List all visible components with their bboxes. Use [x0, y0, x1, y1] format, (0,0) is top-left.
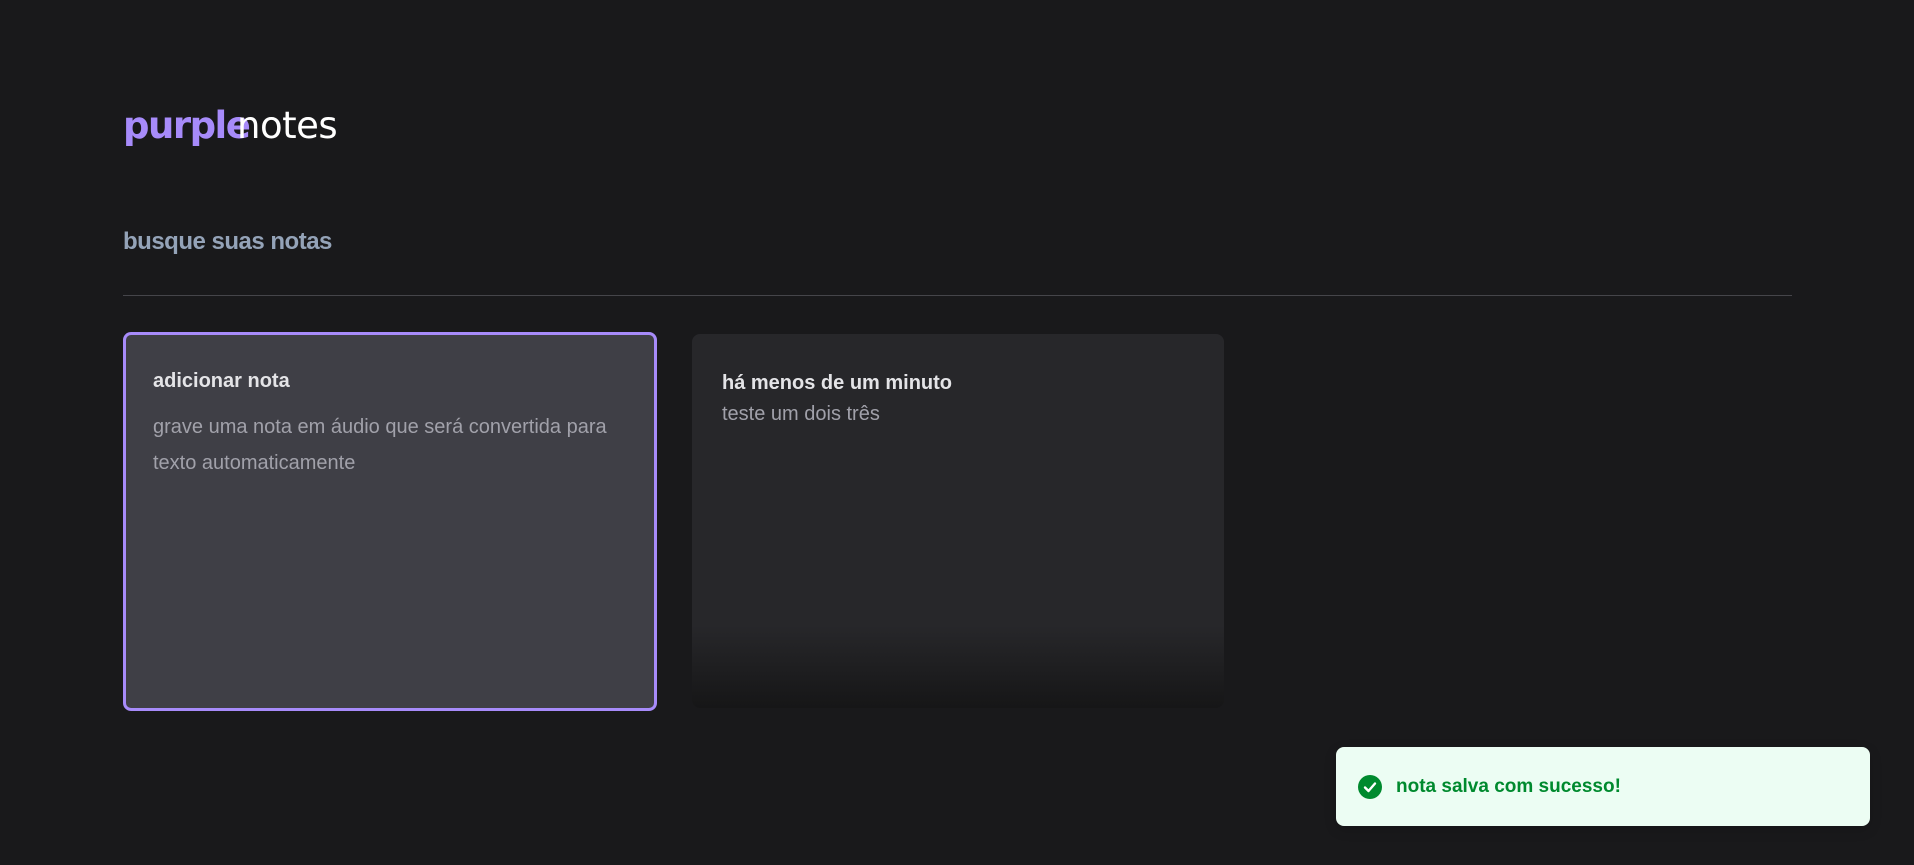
toast-message: nota salva com sucesso! — [1396, 775, 1621, 797]
note-content: teste um dois três — [722, 403, 880, 425]
add-note-description: grave uma nota em áudio que será convert… — [153, 416, 607, 474]
search-input[interactable] — [123, 210, 1792, 274]
note-card[interactable]: há menos de um minuto teste um dois três — [692, 334, 1224, 708]
divider — [123, 295, 1792, 296]
check-circle-icon — [1358, 774, 1382, 799]
app-logo: purple notes — [123, 104, 338, 148]
toast-notification: nota salva com sucesso! — [1336, 747, 1870, 826]
logo-secondary: notes — [237, 104, 337, 147]
add-note-title: adicionar nota — [153, 370, 290, 392]
add-note-card[interactable]: adicionar nota grave uma nota em áudio q… — [123, 332, 657, 711]
logo-primary: purple — [123, 104, 250, 147]
logo-wordmark: purple notes — [123, 104, 338, 147]
note-date: há menos de um minuto — [722, 372, 953, 394]
